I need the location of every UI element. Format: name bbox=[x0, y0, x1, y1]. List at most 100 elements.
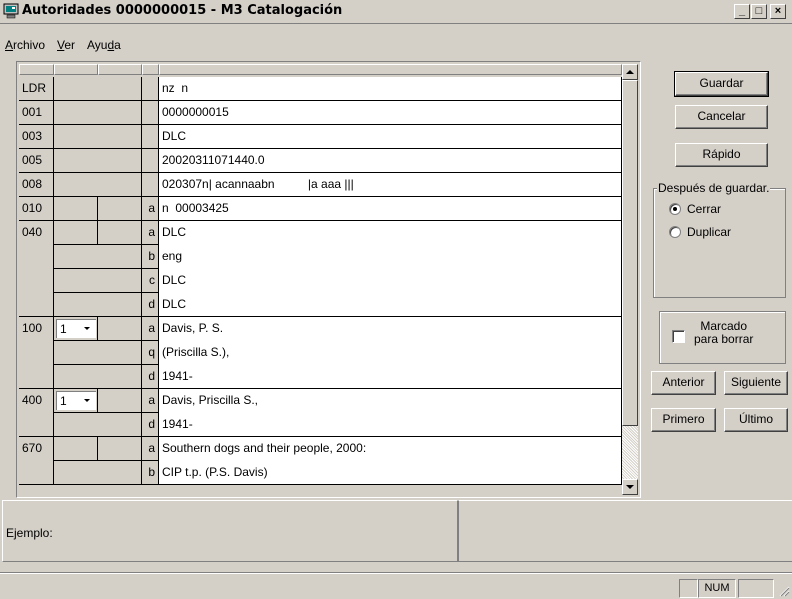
cell-sub[interactable]: d bbox=[142, 365, 159, 389]
cell-ind1[interactable] bbox=[54, 437, 98, 461]
cell-ind1[interactable] bbox=[54, 125, 98, 149]
cell-tag[interactable] bbox=[19, 269, 54, 293]
column-header-value[interactable] bbox=[159, 64, 622, 75]
cell-tag[interactable]: 670 bbox=[19, 437, 54, 461]
cell-ind1[interactable] bbox=[54, 293, 98, 317]
cell-ind2[interactable] bbox=[98, 341, 142, 365]
cell-value[interactable]: eng bbox=[159, 245, 622, 269]
cell-tag[interactable] bbox=[19, 413, 54, 437]
cell-ind2[interactable] bbox=[98, 101, 142, 125]
menu-archivo[interactable]: Archivo bbox=[5, 38, 45, 52]
menu-ver[interactable]: Ver bbox=[57, 38, 75, 52]
indicator-dropdown[interactable]: 1 bbox=[56, 391, 96, 410]
cell-ind2[interactable] bbox=[98, 389, 142, 413]
cell-tag[interactable] bbox=[19, 293, 54, 317]
chevron-down-icon[interactable] bbox=[80, 321, 95, 336]
title-bar[interactable]: Autoridades 0000000015 - M3 Catalogación… bbox=[0, 0, 792, 24]
cell-sub[interactable]: a bbox=[142, 197, 159, 221]
cell-tag[interactable] bbox=[19, 341, 54, 365]
cell-sub[interactable] bbox=[142, 77, 159, 101]
cell-ind2[interactable] bbox=[98, 125, 142, 149]
cell-sub[interactable]: d bbox=[142, 413, 159, 437]
cell-sub[interactable] bbox=[142, 125, 159, 149]
cell-sub[interactable]: a bbox=[142, 317, 159, 341]
cell-value[interactable]: Davis, P. S. bbox=[159, 317, 622, 341]
next-button[interactable]: Siguiente bbox=[724, 371, 788, 395]
cell-value[interactable]: Southern dogs and their people, 2000: bbox=[159, 437, 622, 461]
chevron-down-icon[interactable] bbox=[80, 393, 95, 408]
scroll-up-button[interactable] bbox=[622, 64, 638, 80]
cell-ind2[interactable] bbox=[98, 245, 142, 269]
scroll-down-button[interactable] bbox=[622, 479, 638, 495]
cell-ind2[interactable] bbox=[98, 149, 142, 173]
cell-sub[interactable]: a bbox=[142, 389, 159, 413]
cell-value[interactable]: CIP t.p. (P.S. Davis) bbox=[159, 461, 622, 485]
cell-tag[interactable]: 003 bbox=[19, 125, 54, 149]
resize-grip-icon[interactable] bbox=[778, 585, 790, 597]
cell-ind1[interactable] bbox=[54, 245, 98, 269]
cancel-button[interactable]: Cancelar bbox=[675, 105, 768, 129]
cell-ind2[interactable] bbox=[98, 77, 142, 101]
scroll-thumb[interactable] bbox=[622, 80, 638, 426]
cell-tag[interactable]: 005 bbox=[19, 149, 54, 173]
cell-sub[interactable] bbox=[142, 101, 159, 125]
cell-value[interactable]: Davis, Priscilla S., bbox=[159, 389, 622, 413]
cell-sub[interactable]: d bbox=[142, 293, 159, 317]
cell-value[interactable]: 020307n| acannaabn |a aaa ||| bbox=[159, 173, 622, 197]
column-header-tag[interactable] bbox=[19, 64, 54, 75]
cell-value[interactable]: 1941- bbox=[159, 413, 622, 437]
maximize-button[interactable]: □ bbox=[751, 4, 767, 19]
cell-value[interactable]: DLC bbox=[159, 269, 622, 293]
column-header-sub[interactable] bbox=[142, 64, 159, 75]
mark-delete-checkbox[interactable] bbox=[672, 330, 685, 343]
cell-value[interactable]: 0000000015 bbox=[159, 101, 622, 125]
cell-tag[interactable]: 400 bbox=[19, 389, 54, 413]
cell-ind2[interactable] bbox=[98, 365, 142, 389]
cell-ind2[interactable] bbox=[98, 317, 142, 341]
close-button[interactable]: × bbox=[770, 4, 786, 19]
cell-value[interactable]: (Priscilla S.), bbox=[159, 341, 622, 365]
cell-ind2[interactable] bbox=[98, 269, 142, 293]
cell-tag[interactable]: 008 bbox=[19, 173, 54, 197]
cell-value[interactable]: n 00003425 bbox=[159, 197, 622, 221]
vertical-scrollbar[interactable] bbox=[622, 64, 638, 495]
cell-ind1[interactable]: 1 bbox=[54, 317, 98, 341]
cell-sub[interactable]: q bbox=[142, 341, 159, 365]
cell-tag[interactable]: 010 bbox=[19, 197, 54, 221]
cell-ind1[interactable] bbox=[54, 101, 98, 125]
cell-value[interactable]: DLC bbox=[159, 221, 622, 245]
save-button[interactable]: Guardar bbox=[674, 71, 769, 97]
cell-value[interactable]: nz n bbox=[159, 77, 622, 101]
cell-ind2[interactable] bbox=[98, 413, 142, 437]
cell-ind1[interactable] bbox=[54, 461, 98, 485]
cell-value[interactable]: 1941- bbox=[159, 365, 622, 389]
cell-ind1[interactable] bbox=[54, 341, 98, 365]
cell-ind1[interactable] bbox=[54, 269, 98, 293]
cell-ind1[interactable] bbox=[54, 173, 98, 197]
first-button[interactable]: Primero bbox=[651, 408, 716, 432]
cell-value[interactable]: DLC bbox=[159, 293, 622, 317]
cell-sub[interactable]: a bbox=[142, 437, 159, 461]
cell-value[interactable]: DLC bbox=[159, 125, 622, 149]
cell-sub[interactable]: a bbox=[142, 221, 159, 245]
cell-ind1[interactable] bbox=[54, 221, 98, 245]
cell-tag[interactable] bbox=[19, 365, 54, 389]
cell-ind2[interactable] bbox=[98, 197, 142, 221]
cell-sub[interactable]: b bbox=[142, 245, 159, 269]
cell-value[interactable]: 20020311071440.0 bbox=[159, 149, 622, 173]
cell-tag[interactable]: 040 bbox=[19, 221, 54, 245]
column-header-ind2[interactable] bbox=[98, 64, 142, 75]
cell-ind2[interactable] bbox=[98, 293, 142, 317]
cell-ind1[interactable] bbox=[54, 197, 98, 221]
previous-button[interactable]: Anterior bbox=[651, 371, 716, 395]
cell-ind1[interactable] bbox=[54, 77, 98, 101]
cell-tag[interactable]: LDR bbox=[19, 77, 54, 101]
cell-tag[interactable] bbox=[19, 245, 54, 269]
cell-ind1[interactable]: 1 bbox=[54, 389, 98, 413]
cell-tag[interactable]: 100 bbox=[19, 317, 54, 341]
cell-sub[interactable] bbox=[142, 173, 159, 197]
cell-ind2[interactable] bbox=[98, 437, 142, 461]
quick-button[interactable]: Rápido bbox=[675, 143, 768, 167]
cell-sub[interactable] bbox=[142, 149, 159, 173]
last-button[interactable]: Último bbox=[724, 408, 788, 432]
